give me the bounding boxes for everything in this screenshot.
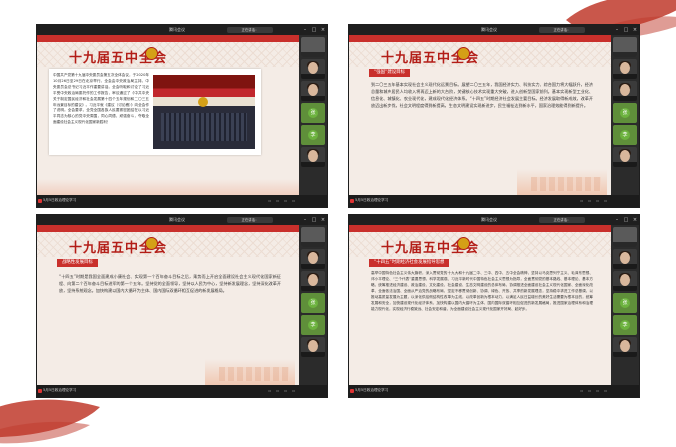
presenter-label: 5月5日政治理论学习 xyxy=(355,388,389,392)
toolbar-icons[interactable]: ▫ ▫ ▫ ▫ xyxy=(580,198,609,203)
meeting-toolbar: 5月5日政治理论学习 ▫ ▫ ▫ ▫ xyxy=(37,195,327,207)
window-titlebar: 腾讯会议 正在讲话： – □ × xyxy=(349,25,639,35)
minimize-icon[interactable]: – xyxy=(613,25,621,35)
participant-tile[interactable] xyxy=(301,227,325,247)
participant-tile[interactable]: 李 xyxy=(613,125,637,145)
participant-tile[interactable]: 张 xyxy=(301,293,325,313)
minimize-icon[interactable]: – xyxy=(301,25,309,35)
recording-icon xyxy=(38,389,42,393)
shared-slide: 十九届五中全会 “强国”建设目标 到二〇三五年基本实现社会主义现代化远景目标。展… xyxy=(349,35,611,195)
window-titlebar: 腾讯会议 正在讲话： – □ × xyxy=(37,215,327,225)
screenshot-panel-3: 腾讯会议 正在讲话： – □ × 十九届五中全会 战略性发展目标 “十四五”时期… xyxy=(36,214,328,398)
recording-icon xyxy=(350,389,354,393)
participant-tile[interactable] xyxy=(301,81,325,101)
screenshot-panel-2: 腾讯会议 正在讲话： – □ × 十九届五中全会 “强国”建设目标 到二〇三五年… xyxy=(348,24,640,208)
participant-tile[interactable]: 张 xyxy=(613,293,637,313)
participant-tile[interactable] xyxy=(613,337,637,357)
presenter-label: 5月5日政治理论学习 xyxy=(355,198,389,202)
party-emblem-icon xyxy=(457,47,470,60)
window-title: 腾讯会议 xyxy=(169,27,185,32)
participant-tile[interactable] xyxy=(613,249,637,269)
participant-tile[interactable] xyxy=(301,271,325,291)
plenary-session-photo xyxy=(153,75,255,149)
participant-tile[interactable] xyxy=(301,59,325,79)
toolbar-icons[interactable]: ▫ ▫ ▫ ▫ xyxy=(268,388,297,393)
recording-icon xyxy=(38,199,42,203)
shared-slide: 十九届五中全会 中国共产党第十九届中央委员会第五次全体会议，于2020年10月2… xyxy=(37,35,299,195)
participant-list: 张 李 xyxy=(611,35,639,195)
participant-tile[interactable] xyxy=(613,271,637,291)
participant-tile[interactable] xyxy=(613,37,637,57)
presenter-label: 5月5日政治理论学习 xyxy=(43,198,77,202)
participant-tile[interactable] xyxy=(613,227,637,247)
great-wall-graphic xyxy=(205,359,295,385)
slide-body-text: 高举中国特色社会主义伟大旗帜，深入贯彻党的十九大和十九届二中、三中、四中、五中全… xyxy=(371,271,593,311)
maximize-icon[interactable]: □ xyxy=(622,25,630,35)
section-heading: “强国”建设目标 xyxy=(369,69,410,77)
meeting-toolbar: 5月5日政治理论学习 ▫ ▫ ▫ ▫ xyxy=(349,385,639,397)
toolbar-icons[interactable]: ▫ ▫ ▫ ▫ xyxy=(580,388,609,393)
participant-tile[interactable]: 李 xyxy=(613,315,637,335)
maximize-icon[interactable]: □ xyxy=(310,25,318,35)
window-title: 腾讯会议 xyxy=(481,27,497,32)
participant-list: 张 李 xyxy=(611,225,639,385)
shared-slide: 十九届五中全会 战略性发展目标 “十四五”时期是我国全面建成小康社会、实现第一个… xyxy=(37,225,299,385)
participant-tile[interactable] xyxy=(301,249,325,269)
section-heading: 战略性发展目标 xyxy=(57,259,98,267)
great-wall-graphic xyxy=(517,169,607,195)
participant-tile[interactable] xyxy=(613,59,637,79)
screenshot-panel-1: 腾讯会议 正在讲话： – □ × 十九届五中全会 中国共产党第十九届中央委员会第… xyxy=(36,24,328,208)
participant-tile[interactable] xyxy=(613,81,637,101)
slide-body-text: “十四五”时期是我国全面建成小康社会、实现第一个百年奋斗目标之后，乘势而上开启全… xyxy=(59,274,281,293)
participant-list: 张 李 xyxy=(299,35,327,195)
meeting-toolbar: 5月5日政治理论学习 ▫ ▫ ▫ ▫ xyxy=(37,385,327,397)
meeting-toolbar: 5月5日政治理论学习 ▫ ▫ ▫ ▫ xyxy=(349,195,639,207)
close-icon[interactable]: × xyxy=(631,25,639,35)
window-title: 腾讯会议 xyxy=(481,217,497,222)
party-emblem-icon xyxy=(145,47,158,60)
presenter-label: 5月5日政治理论学习 xyxy=(43,388,77,392)
window-titlebar: 腾讯会议 正在讲话： – □ × xyxy=(37,25,327,35)
speaking-status: 正在讲话： xyxy=(227,27,273,33)
party-emblem-icon xyxy=(145,237,158,250)
participant-tile[interactable]: 张 xyxy=(613,103,637,123)
participant-tile[interactable]: 张 xyxy=(301,103,325,123)
speaking-status: 正在讲话： xyxy=(539,27,585,33)
maximize-icon[interactable]: □ xyxy=(310,215,318,225)
close-icon[interactable]: × xyxy=(319,215,327,225)
recording-icon xyxy=(350,199,354,203)
close-icon[interactable]: × xyxy=(631,215,639,225)
section-heading: “十四五”时期经济社会发展指导思想 xyxy=(369,259,450,267)
window-titlebar: 腾讯会议 正在讲话： – □ × xyxy=(349,215,639,225)
participant-tile[interactable]: 李 xyxy=(301,125,325,145)
party-emblem-icon xyxy=(457,237,470,250)
toolbar-icons[interactable]: ▫ ▫ ▫ ▫ xyxy=(268,198,297,203)
content-card: 中国共产党第十九届中央委员会第五次全体会议，于2020年10月26日至29日在北… xyxy=(49,69,261,155)
participant-tile[interactable]: 李 xyxy=(301,315,325,335)
speaking-status: 正在讲话： xyxy=(539,217,585,223)
slide-body-text: 中国共产党第十九届中央委员会第五次全体会议，于2020年10月26日至29日在北… xyxy=(53,73,149,125)
participant-tile[interactable] xyxy=(613,147,637,167)
slide-body-text: 到二〇三五年基本实现社会主义现代化远景目标。展望二〇三五年，我国经济实力、科技实… xyxy=(371,82,593,108)
speaking-status: 正在讲话： xyxy=(227,217,273,223)
shared-slide: 十九届五中全会 “十四五”时期经济社会发展指导思想 高举中国特色社会主义伟大旗帜… xyxy=(349,225,611,385)
maximize-icon[interactable]: □ xyxy=(622,215,630,225)
participant-tile[interactable] xyxy=(301,337,325,357)
window-title: 腾讯会议 xyxy=(169,217,185,222)
participant-list: 张 李 xyxy=(299,225,327,385)
close-icon[interactable]: × xyxy=(319,25,327,35)
screenshot-panel-4: 腾讯会议 正在讲话： – □ × 十九届五中全会 “十四五”时期经济社会发展指导… xyxy=(348,214,640,398)
participant-tile[interactable] xyxy=(301,147,325,167)
minimize-icon[interactable]: – xyxy=(613,215,621,225)
minimize-icon[interactable]: – xyxy=(301,215,309,225)
participant-tile[interactable] xyxy=(301,37,325,57)
